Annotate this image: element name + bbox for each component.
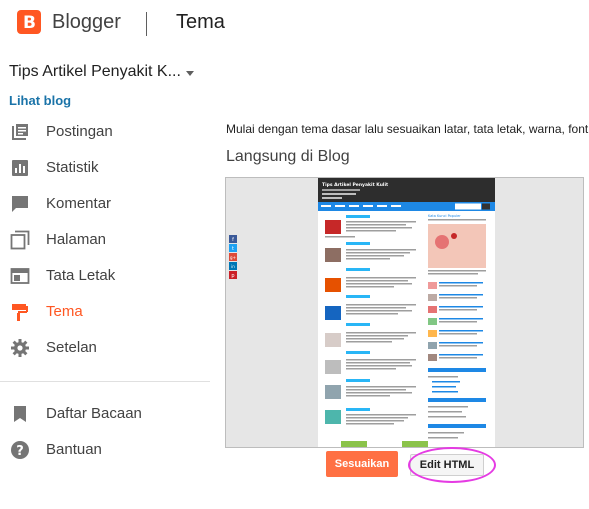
stats-icon: [12, 160, 28, 176]
sidebar-item-bantuan[interactable]: ? Bantuan: [0, 432, 210, 468]
comments-icon: [12, 196, 28, 212]
chevron-down-icon[interactable]: [186, 71, 194, 76]
page-title: Tema: [176, 11, 225, 33]
sidebar-item-label: Daftar Bacaan: [46, 405, 142, 422]
header-divider: [146, 12, 147, 36]
sidebar-item-postingan[interactable]: Postingan: [0, 114, 210, 150]
blog-preview-image: Tips Artikel Penyakit Kulit f t g+ in p: [226, 178, 583, 447]
reading-list-icon: [14, 406, 26, 422]
svg-text:f: f: [232, 237, 234, 243]
sidebar-item-tema[interactable]: Tema: [0, 294, 210, 330]
sidebar-item-label: Tema: [46, 303, 83, 320]
brand-name[interactable]: Blogger: [52, 11, 121, 34]
sidebar-item-tata-letak[interactable]: Tata Letak: [0, 258, 210, 294]
customize-button[interactable]: Sesuaikan: [326, 451, 398, 477]
app-header: B Blogger Tema: [0, 0, 589, 46]
sidebar-item-halaman[interactable]: Halaman: [0, 222, 210, 258]
sidebar-item-statistik[interactable]: Statistik: [0, 150, 210, 186]
settings-icon: [11, 339, 29, 357]
intro-text: Mulai dengan tema dasar lalu sesuaikan l…: [226, 122, 589, 136]
sidebar-item-daftar-bacaan[interactable]: Daftar Bacaan: [0, 396, 210, 432]
svg-text:g+: g+: [230, 255, 236, 260]
svg-text:Kata Kunci Populer: Kata Kunci Populer: [428, 214, 461, 218]
sidebar-item-label: Tata Letak: [46, 267, 116, 284]
sidebar-item-komentar[interactable]: Komentar: [0, 186, 210, 222]
sidebar-item-label: Statistik: [46, 159, 99, 176]
pages-icon: [10, 230, 30, 250]
sidebar-item-label: Setelan: [46, 339, 97, 356]
blogger-logo-icon[interactable]: B: [17, 10, 41, 34]
sidebar-item-label: Komentar: [46, 195, 112, 212]
sidebar-item-label: Bantuan: [46, 441, 102, 458]
sidebar-item-label: Postingan: [46, 123, 113, 140]
posts-icon: [12, 124, 28, 140]
svg-text:t: t: [232, 246, 234, 252]
theme-icon: [12, 304, 28, 321]
theme-preview[interactable]: Tips Artikel Penyakit Kulit f t g+ in p: [225, 177, 584, 448]
svg-text:in: in: [231, 264, 235, 269]
edit-html-button[interactable]: Edit HTML: [410, 454, 484, 476]
view-blog-link[interactable]: Lihat blog: [9, 93, 71, 108]
svg-text:?: ?: [16, 444, 24, 459]
live-blog-heading: Langsung di Blog: [226, 148, 350, 165]
sidebar-item-setelan[interactable]: Setelan: [0, 330, 210, 366]
blog-selector[interactable]: Tips Artikel Penyakit K...: [9, 63, 181, 81]
help-icon: ?: [11, 441, 29, 459]
sidebar-item-label: Halaman: [46, 231, 107, 248]
preview-blog-title: Tips Artikel Penyakit Kulit: [322, 182, 389, 188]
layout-icon: [10, 268, 30, 284]
sidebar-divider: [0, 381, 210, 382]
svg-text:p: p: [231, 273, 234, 279]
